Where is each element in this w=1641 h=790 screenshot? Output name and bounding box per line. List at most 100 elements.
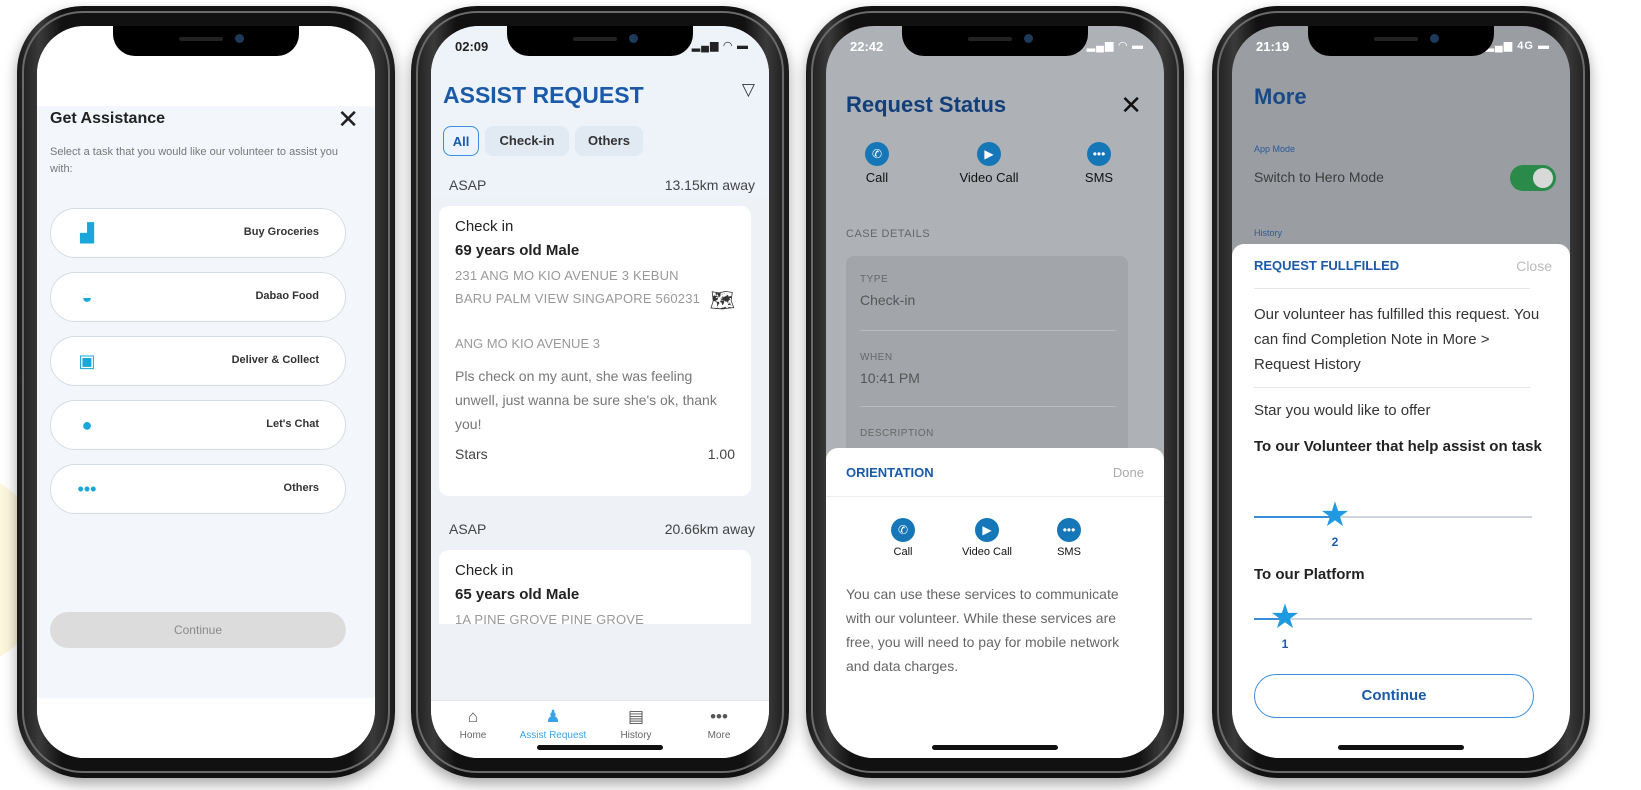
request-when: ASAP bbox=[449, 177, 487, 193]
status-time: 21:19 bbox=[1256, 39, 1290, 54]
tab-more[interactable]: ••• More bbox=[677, 707, 761, 741]
tab-history[interactable]: ▤ History bbox=[594, 707, 678, 741]
task-buy-groceries-button[interactable]: ▟ Buy Groceries bbox=[50, 208, 346, 258]
phone-assist-request: 02:09 ▂▄▆ ◠ ▬ ASSIST REQUEST ▽ All Check… bbox=[411, 6, 789, 778]
phone-icon: ✆ bbox=[865, 142, 889, 166]
page-title: Get Assistance bbox=[50, 110, 166, 127]
request-note: Pls check on my aunt, she was feeling un… bbox=[455, 368, 717, 432]
slider-value: 2 bbox=[1331, 535, 1339, 549]
video-camera-icon: ▶ bbox=[975, 518, 999, 542]
case-details-panel: TYPE Check-in WHEN 10:41 PM DESCRIPTION bbox=[846, 256, 1128, 456]
person-icon: ♟ bbox=[545, 707, 561, 726]
close-icon[interactable]: ✕ bbox=[337, 104, 359, 135]
task-deliver-collect-button[interactable]: ▣ Deliver & Collect bbox=[50, 336, 346, 386]
divider bbox=[1254, 387, 1530, 388]
task-dabao-food-button[interactable]: ◒ Dabao Food bbox=[50, 272, 346, 322]
video-call-button[interactable]: ▶ Video Call bbox=[944, 142, 1034, 185]
action-label: SMS bbox=[1057, 546, 1081, 558]
action-label: Video Call bbox=[962, 546, 1012, 558]
hero-mode-toggle[interactable] bbox=[1510, 165, 1556, 191]
screen-assist-request: 02:09 ▂▄▆ ◠ ▬ ASSIST REQUEST ▽ All Check… bbox=[431, 26, 769, 758]
page-title: Request Status bbox=[846, 92, 1007, 117]
call-button[interactable]: ✆ Call bbox=[832, 142, 922, 185]
screen-request-status: 22:42 ▂▄▆ ◠ ▬ Request Status ✕ ✆ Call ▶ … bbox=[826, 26, 1164, 758]
page-title: More bbox=[1254, 84, 1307, 109]
screen-get-assistance: Get Assistance ✕ Select a task that you … bbox=[37, 26, 375, 758]
status-time: 22:42 bbox=[850, 39, 884, 54]
tab-label: More bbox=[707, 730, 731, 741]
filter-chip-others[interactable]: Others bbox=[575, 126, 643, 156]
phone-notch bbox=[1308, 26, 1494, 56]
more-dots-icon: ••• bbox=[77, 479, 97, 499]
action-label: Call bbox=[865, 170, 889, 185]
sheet-title: REQUEST FULLFILLED bbox=[1254, 258, 1400, 273]
divider bbox=[860, 406, 1116, 407]
request-card[interactable]: Check in 69 years old Male 231 ANG MO KI… bbox=[439, 206, 751, 496]
when-value: 10:41 PM bbox=[860, 370, 920, 386]
request-when: ASAP bbox=[449, 521, 487, 537]
task-label: Deliver & Collect bbox=[231, 354, 319, 366]
offer-label: Star you would like to offer bbox=[1254, 402, 1431, 419]
status-icons: ▂▄▆ ◠ ▬ bbox=[1086, 40, 1144, 52]
tab-home[interactable]: ⌂ Home bbox=[431, 707, 515, 741]
continue-button[interactable]: Continue bbox=[1254, 674, 1534, 718]
orientation-description: You can use these services to communicat… bbox=[846, 586, 1120, 674]
filter-chip-all[interactable]: All bbox=[443, 126, 479, 156]
hero-mode-label: Switch to Hero Mode bbox=[1254, 169, 1384, 185]
platform-rating-slider[interactable]: ★ 1 bbox=[1254, 599, 1532, 651]
request-type: Check in bbox=[455, 218, 514, 235]
home-indicator bbox=[537, 745, 663, 750]
filter-chip-check-in[interactable]: Check-in bbox=[485, 126, 569, 156]
chat-bubble-icon: ••• bbox=[1087, 142, 1111, 166]
page-title: ASSIST REQUEST bbox=[443, 82, 644, 108]
done-button[interactable]: Done bbox=[1113, 465, 1144, 480]
map-icon[interactable]: 🗺 bbox=[710, 288, 735, 313]
request-address: 1A PINE GROVE PINE GROVE bbox=[455, 612, 645, 624]
request-fulfilled-sheet: REQUEST FULLFILLED Close Our volunteer h… bbox=[1232, 244, 1570, 758]
sms-button[interactable]: ••• SMS bbox=[1054, 142, 1144, 185]
footer-area bbox=[37, 698, 375, 758]
request-type: Check in bbox=[455, 562, 514, 579]
request-address: 231 ANG MO KIO AVENUE 3 KEBUN BARU PALM … bbox=[455, 268, 701, 306]
screen-more: 21:19 ▂▄▆ 4G ▬ More App Mode Switch to H… bbox=[1232, 26, 1570, 758]
divider bbox=[860, 330, 1116, 331]
divider bbox=[826, 496, 1164, 497]
request-area: ANG MO KIO AVENUE 3 bbox=[455, 336, 600, 351]
task-label: Buy Groceries bbox=[243, 226, 319, 238]
task-others-button[interactable]: ••• Others bbox=[50, 464, 346, 514]
sheet-title: ORIENTATION bbox=[846, 465, 934, 480]
chat-bubbles-icon: ● bbox=[81, 415, 93, 435]
when-label: WHEN bbox=[860, 352, 893, 363]
action-label: SMS bbox=[1084, 170, 1114, 185]
orientation-sms: ••• SMS bbox=[1024, 518, 1114, 558]
volunteer-rating-heading: To our Volunteer that help assist on tas… bbox=[1254, 438, 1542, 455]
continue-button[interactable]: Continue bbox=[50, 612, 346, 648]
type-value: Check-in bbox=[860, 292, 916, 308]
phone-get-assistance: Get Assistance ✕ Select a task that you … bbox=[17, 6, 395, 778]
filter-icon[interactable]: ▽ bbox=[742, 80, 755, 100]
tab-assist-request[interactable]: ♟ Assist Request bbox=[511, 707, 595, 741]
task-label: Dabao Food bbox=[255, 290, 319, 302]
request-card[interactable]: Check in 65 years old Male 1A PINE GROVE… bbox=[439, 550, 751, 624]
orientation-call: ✆ Call bbox=[858, 518, 948, 558]
video-camera-icon: ▶ bbox=[977, 142, 1001, 166]
orientation-sheet: ORIENTATION Done ✆ Call ▶ Video Call •••… bbox=[826, 448, 1164, 758]
volunteer-rating-slider[interactable]: ★ 2 bbox=[1254, 497, 1532, 549]
request-list[interactable]: ASAP 13.15km away Check in 69 years old … bbox=[431, 170, 769, 624]
home-indicator bbox=[1338, 745, 1464, 750]
status-icons: ▂▄▆ 4G ▬ bbox=[1485, 40, 1550, 52]
close-icon[interactable]: ✕ bbox=[1120, 90, 1142, 121]
description-label: DESCRIPTION bbox=[860, 428, 934, 439]
request-meta: ASAP 20.66km away bbox=[431, 514, 769, 546]
stars-value: 1.00 bbox=[707, 446, 735, 462]
star-icon[interactable]: ★ bbox=[1317, 497, 1353, 533]
tab-label: History bbox=[620, 730, 652, 741]
network-type: 4G bbox=[1517, 40, 1534, 52]
stars-label: Stars bbox=[455, 446, 488, 462]
orientation-video-call: ▶ Video Call bbox=[942, 518, 1032, 558]
task-lets-chat-button[interactable]: ● Let's Chat bbox=[50, 400, 346, 450]
close-button[interactable]: Close bbox=[1516, 258, 1552, 274]
star-icon[interactable]: ★ bbox=[1267, 599, 1303, 635]
request-person: 69 years old Male bbox=[455, 242, 580, 259]
type-label: TYPE bbox=[860, 274, 889, 285]
